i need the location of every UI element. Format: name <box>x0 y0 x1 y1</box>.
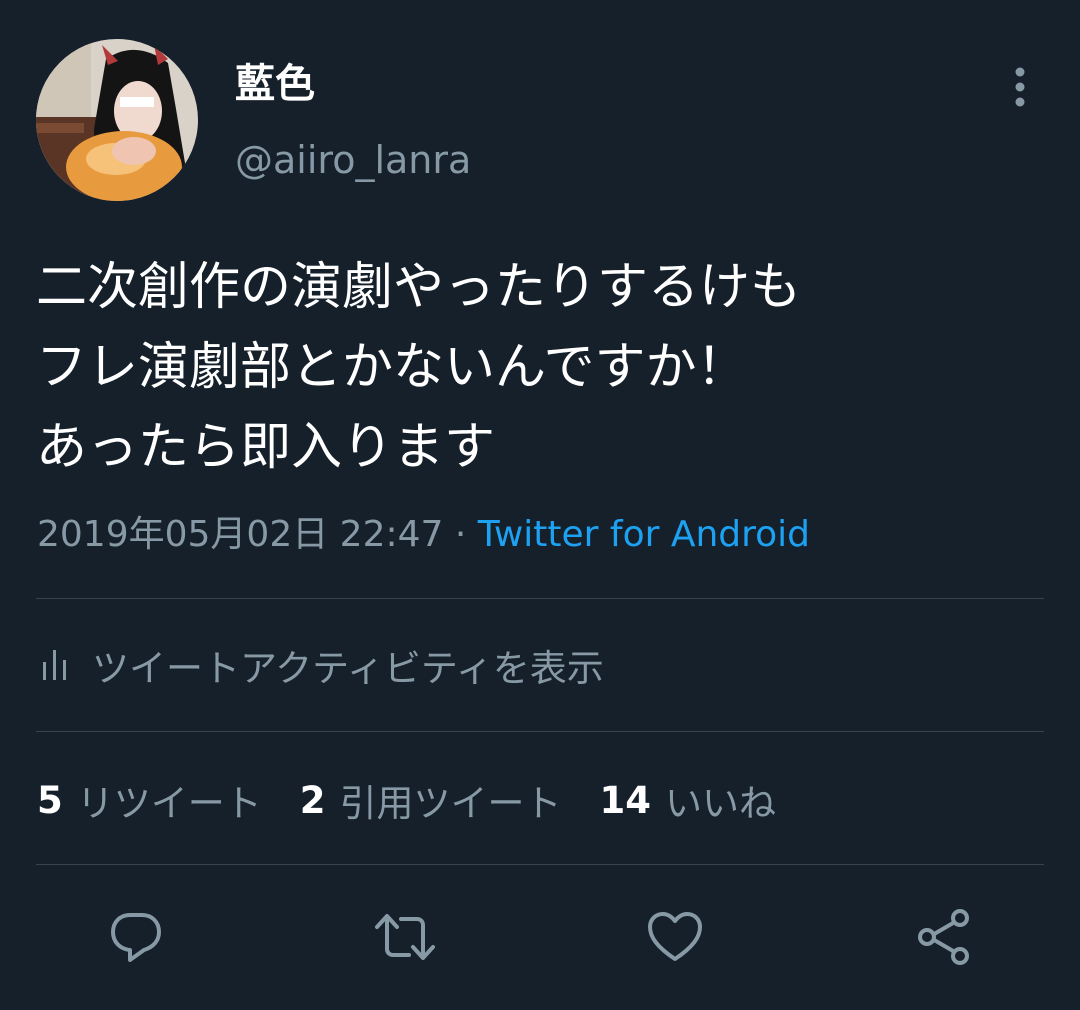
tweet-meta: 2019年05月02日 22:47 · Twitter for Android <box>37 510 810 560</box>
divider <box>36 598 1044 599</box>
analytics-icon <box>43 650 66 680</box>
view-activity-button[interactable]: ツイートアクティビティを表示 <box>40 640 604 690</box>
reply-button[interactable] <box>104 905 168 969</box>
quote-count-link[interactable]: 2 引用ツイート <box>300 773 562 827</box>
share-icon <box>918 909 969 965</box>
retweet-label: リツイート <box>76 782 262 825</box>
more-options-button[interactable] <box>1000 64 1040 110</box>
more-vertical-icon <box>1015 67 1025 107</box>
avatar-image <box>36 39 198 201</box>
quote-count: 2 <box>299 778 326 822</box>
share-button[interactable] <box>912 905 976 969</box>
heart-icon <box>648 912 702 961</box>
quote-label: 引用ツイート <box>339 782 562 825</box>
tweet-text: 二次創作の演劇やったりするけも フレ演劇部とかないんですか！ あったら即入ります <box>36 248 1046 488</box>
display-name[interactable]: 藍色 <box>235 58 315 110</box>
tweet-text-line: 二次創作の演劇やったりするけも <box>36 258 802 317</box>
tweet-text-line: フレ演劇部とかないんですか！ <box>36 338 748 397</box>
reply-icon <box>111 913 161 962</box>
like-count-link[interactable]: 14 いいね <box>600 773 777 827</box>
like-label: いいね <box>665 782 776 825</box>
like-button[interactable] <box>643 905 707 969</box>
avatar[interactable] <box>36 39 198 201</box>
tweet-text-line: あったら即入ります <box>36 418 496 477</box>
retweet-button[interactable] <box>373 905 437 969</box>
retweet-count: 5 <box>37 778 63 822</box>
source-link[interactable]: Twitter for Android <box>478 514 810 555</box>
divider <box>36 864 1044 865</box>
like-count: 14 <box>599 778 652 822</box>
timestamp: 2019年05月02日 22:47 <box>37 514 444 555</box>
retweet-icon <box>375 914 435 960</box>
retweet-count-link[interactable]: 5 リツイート <box>37 773 262 827</box>
divider <box>36 731 1044 732</box>
tweet-detail-page: 藍色 @aiiro_lanra 二次創作の演劇やったりするけも フレ演劇部とかな… <box>0 0 1080 1010</box>
view-activity-label: ツイートアクティビティを表示 <box>92 647 604 690</box>
meta-separator: · <box>454 514 467 555</box>
tweet-stats: 5 リツイート 2 引用ツイート 14 いいね <box>37 773 814 827</box>
username[interactable]: @aiiro_lanra <box>235 136 471 184</box>
